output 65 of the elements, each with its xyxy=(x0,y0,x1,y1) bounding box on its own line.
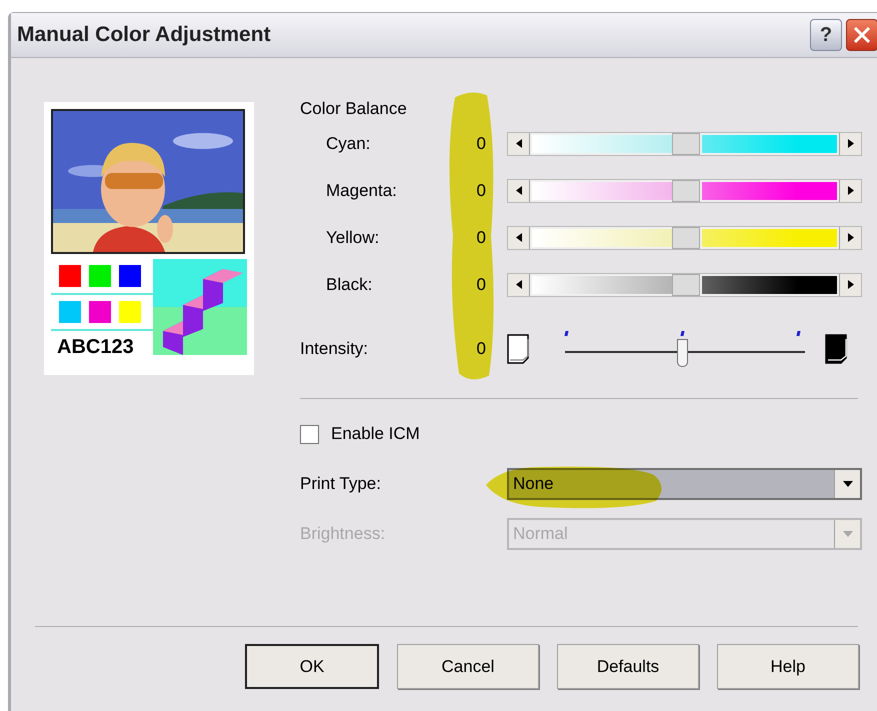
dropdown-arrow-button[interactable] xyxy=(834,470,860,498)
right-arrow-icon xyxy=(848,186,854,195)
slider-thumb[interactable] xyxy=(672,226,700,248)
slider-thumb[interactable] xyxy=(672,274,700,296)
section-heading: Color Balance xyxy=(300,98,408,120)
channel-label: Cyan: xyxy=(326,132,372,155)
tick-mark xyxy=(680,331,685,336)
field-label: Print Type: xyxy=(300,473,382,496)
close-button[interactable] xyxy=(846,19,877,51)
left-arrow-icon xyxy=(516,233,522,242)
close-icon xyxy=(853,26,871,44)
color-swatch xyxy=(119,265,141,287)
channel-value: 0 xyxy=(476,180,486,202)
light-page-icon xyxy=(507,334,531,364)
right-arrow-icon xyxy=(848,233,854,242)
channel-label: Black: xyxy=(326,274,374,296)
checkbox[interactable] xyxy=(300,424,319,444)
dialog-button[interactable]: Help xyxy=(717,644,859,689)
dialog-button[interactable]: Defaults xyxy=(557,644,699,689)
color-slider[interactable] xyxy=(507,272,862,296)
intensity-label: Intensity: xyxy=(300,338,370,360)
color-swatch xyxy=(89,301,111,323)
right-arrow-icon xyxy=(848,139,854,148)
right-arrow-button[interactable] xyxy=(839,226,861,248)
intensity-slider[interactable] xyxy=(565,329,805,369)
color-slider[interactable] xyxy=(507,132,862,156)
dialog-button[interactable]: Cancel xyxy=(397,644,539,689)
left-arrow-button[interactable] xyxy=(508,274,530,296)
color-swatch xyxy=(119,301,141,323)
caret-icon xyxy=(842,481,852,487)
left-arrow-button[interactable] xyxy=(508,132,530,154)
dialog-button[interactable]: OK xyxy=(245,644,379,689)
left-arrow-icon xyxy=(516,139,522,148)
dropdown-value: Normal xyxy=(512,523,569,546)
window-title: Manual Color Adjustment xyxy=(17,22,271,48)
slider-thumb[interactable] xyxy=(672,180,700,202)
checkbox-label: Enable ICM xyxy=(331,423,420,446)
color-swatch xyxy=(59,265,81,287)
caret-icon xyxy=(842,531,852,537)
sample-text: ABC123 xyxy=(56,335,135,360)
channel-label: Magenta: xyxy=(326,180,398,202)
color-slider[interactable] xyxy=(507,226,862,250)
tick-mark xyxy=(796,331,801,336)
channel-value: 0 xyxy=(476,274,486,296)
dark-page-icon xyxy=(825,334,849,364)
channel-label: Yellow: xyxy=(326,226,380,249)
tick-mark xyxy=(564,331,569,336)
color-swatch xyxy=(59,301,81,323)
left-arrow-button[interactable] xyxy=(508,180,530,202)
right-arrow-button[interactable] xyxy=(839,132,861,154)
left-arrow-icon xyxy=(516,186,522,195)
channel-value: 0 xyxy=(476,132,486,155)
field-label: Brightness: xyxy=(300,523,386,546)
help-button[interactable]: ? xyxy=(810,19,842,51)
left-arrow-button[interactable] xyxy=(508,226,530,248)
left-arrow-icon xyxy=(516,280,522,289)
right-arrow-icon xyxy=(848,280,854,289)
slider-thumb[interactable] xyxy=(677,339,688,367)
color-slider[interactable] xyxy=(507,178,862,202)
intensity-value: 0 xyxy=(476,338,486,360)
right-arrow-button[interactable] xyxy=(839,274,861,296)
color-swatch xyxy=(89,265,111,287)
slider-thumb[interactable] xyxy=(672,132,700,154)
channel-value: 0 xyxy=(476,226,486,249)
right-arrow-button[interactable] xyxy=(839,180,861,202)
